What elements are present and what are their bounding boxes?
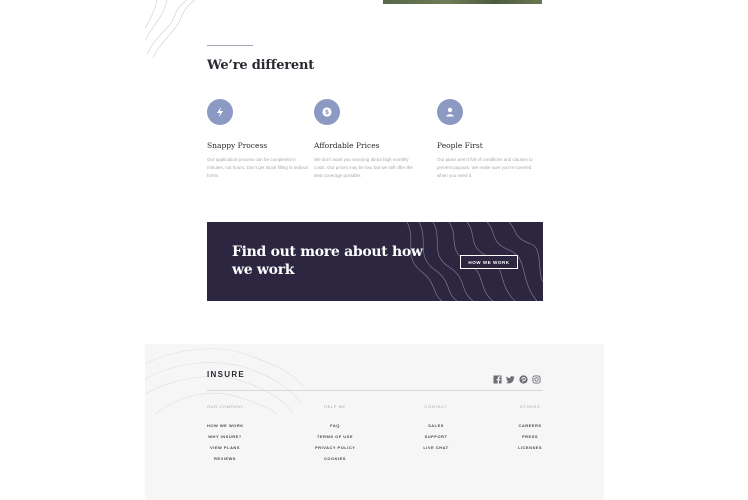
footer-column-title: OUR COMPANY xyxy=(207,404,244,409)
footer-link-live-chat[interactable]: LIVE CHAT xyxy=(421,442,451,453)
footer-column-title: HELP ME xyxy=(324,404,346,409)
footer-link-how-we-work[interactable]: HOW WE WORK xyxy=(207,420,243,431)
footer-column-title: CONTACT xyxy=(424,404,448,409)
footer-column-contact: CONTACT SALES SUPPORT LIVE CHAT xyxy=(421,404,451,453)
svg-text:$: $ xyxy=(325,109,329,116)
lightning-icon xyxy=(207,99,233,125)
footer-link-careers[interactable]: CAREERS xyxy=(515,420,545,431)
insure-logo[interactable]: INSURE xyxy=(207,370,245,379)
feature-people-first: People First Our plans aren’t full of co… xyxy=(437,99,547,178)
footer: INSURE OUR COMPANY HOW WE WORK WHY INSUR… xyxy=(145,344,604,500)
feature-affordable-prices: $ Affordable Prices We don’t want you wo… xyxy=(314,99,424,178)
footer-link-cookies[interactable]: COOKIES xyxy=(315,453,355,464)
facebook-icon[interactable] xyxy=(493,369,502,384)
footer-column-help-me: HELP ME FAQ TERMS OF USE PRIVACY POLICY … xyxy=(315,404,355,464)
footer-link-licenses[interactable]: LICENSES xyxy=(515,442,545,453)
cta-banner: Find out more about how we work HOW WE W… xyxy=(207,222,543,301)
footer-column-title: OTHERS xyxy=(519,404,541,409)
person-icon xyxy=(437,99,463,125)
section-title: We’re different xyxy=(207,58,315,73)
twitter-icon[interactable] xyxy=(506,369,515,384)
section-divider xyxy=(207,45,253,46)
feature-description: Our application process can be completed… xyxy=(207,157,309,178)
hero-image xyxy=(383,0,542,4)
feature-title: People First xyxy=(437,141,483,150)
instagram-icon[interactable] xyxy=(532,369,541,384)
footer-link-privacy-policy[interactable]: PRIVACY POLICY xyxy=(315,442,355,453)
feature-title: Snappy Process xyxy=(207,141,268,150)
feature-snappy-process: Snappy Process Our application process c… xyxy=(207,99,317,178)
feature-description: We don’t want you worrying about high mo… xyxy=(314,157,413,178)
feature-title: Affordable Prices xyxy=(314,141,380,150)
footer-column-our-company: OUR COMPANY HOW WE WORK WHY INSURE? VIEW… xyxy=(207,404,243,464)
how-we-work-button[interactable]: HOW WE WORK xyxy=(460,255,518,269)
decorative-curves-top xyxy=(145,0,196,59)
footer-column-others: OTHERS CAREERS PRESS LICENSES xyxy=(515,404,545,453)
footer-link-terms-of-use[interactable]: TERMS OF USE xyxy=(315,431,355,442)
footer-link-press[interactable]: PRESS xyxy=(515,431,545,442)
footer-link-sales[interactable]: SALES xyxy=(421,420,451,431)
pinterest-icon[interactable] xyxy=(519,369,528,384)
footer-link-support[interactable]: SUPPORT xyxy=(421,431,451,442)
footer-link-why-insure[interactable]: WHY INSURE? xyxy=(207,431,243,442)
dollar-icon: $ xyxy=(314,99,340,125)
social-links xyxy=(493,369,541,384)
feature-description: Our plans aren’t full of conditions and … xyxy=(437,157,533,178)
footer-link-faq[interactable]: FAQ xyxy=(315,420,355,431)
footer-link-reviews[interactable]: REVIEWS xyxy=(207,453,243,464)
footer-divider xyxy=(207,390,543,391)
footer-link-view-plans[interactable]: VIEW PLANS xyxy=(207,442,243,453)
